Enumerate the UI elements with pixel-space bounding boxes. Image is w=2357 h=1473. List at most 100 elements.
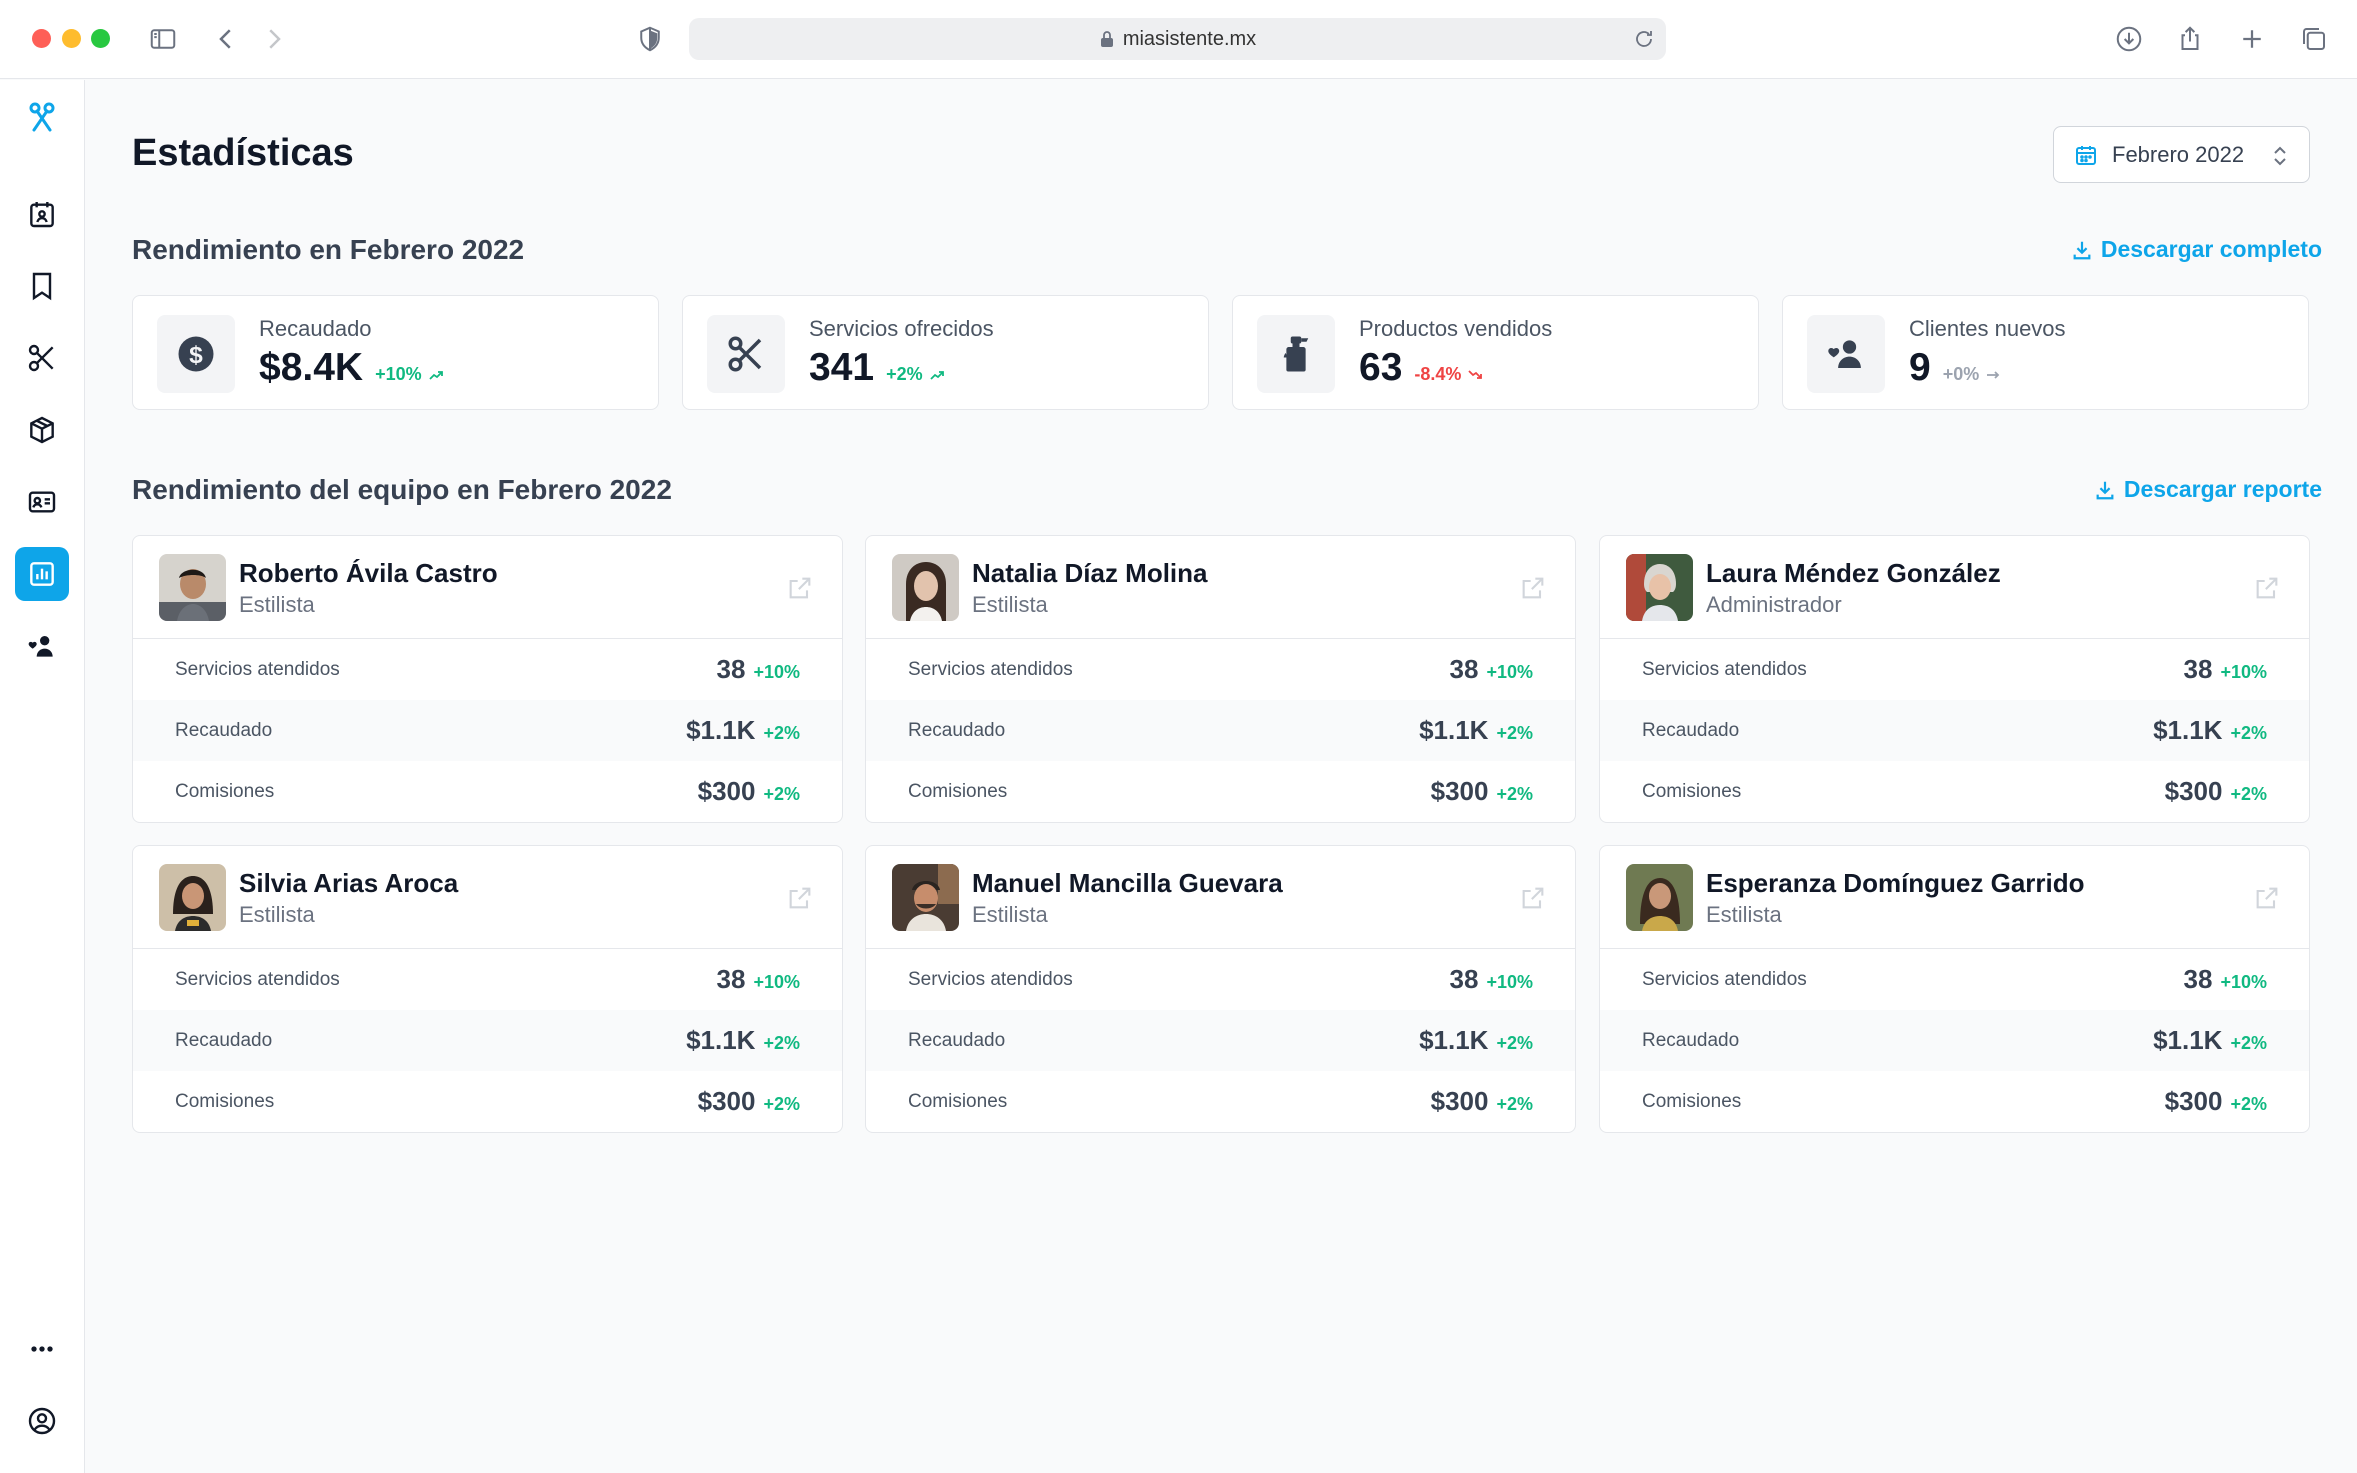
metric-value: $300 bbox=[697, 776, 756, 806]
main-content: Estadísticas Febrero 2022 Rendimiento en… bbox=[86, 80, 2357, 1473]
metric-row-services: Servicios atendidos 38 +10% bbox=[133, 639, 842, 700]
metric-label: Comisiones bbox=[175, 780, 275, 802]
page-title: Estadísticas bbox=[132, 132, 354, 174]
team-section-title: Rendimiento del equipo en Febrero 2022 bbox=[132, 474, 672, 505]
external-link-icon[interactable] bbox=[2253, 884, 2281, 912]
metric-delta: +2% bbox=[1496, 1033, 1533, 1053]
metric-label: Recaudado bbox=[908, 1029, 1006, 1051]
tab-overview-icon[interactable] bbox=[2297, 22, 2331, 56]
team-member-card: Esperanza Domínguez Garrido Estilista Se… bbox=[1599, 845, 2310, 1133]
metric-row-collected: Recaudado $1.1K +2% bbox=[133, 1010, 842, 1071]
team-member-card: Natalia Díaz Molina Estilista Servicios … bbox=[865, 535, 1576, 823]
member-role: Estilista bbox=[972, 592, 1048, 617]
stat-card-collected: $ Recaudado $8.4K +10% bbox=[132, 295, 659, 410]
metric-delta: +2% bbox=[2230, 1033, 2267, 1053]
external-link-icon[interactable] bbox=[786, 884, 814, 912]
share-icon[interactable] bbox=[2173, 22, 2207, 56]
metric-label: Comisiones bbox=[1642, 780, 1742, 802]
performance-section-title: Rendimiento en Febrero 2022 bbox=[132, 234, 525, 265]
calendar-icon bbox=[2076, 145, 2096, 165]
metric-delta: +2% bbox=[763, 1094, 800, 1114]
download-full-link[interactable]: Descargar completo bbox=[2071, 236, 2322, 263]
metric-value: $1.1K bbox=[2153, 1025, 2223, 1055]
back-icon[interactable] bbox=[209, 22, 243, 56]
nav-statistics-icon[interactable] bbox=[15, 547, 69, 601]
metric-label: Recaudado bbox=[1642, 1029, 1740, 1051]
month-selector[interactable]: Febrero 2022 bbox=[2053, 126, 2310, 183]
nav-bookmark-icon[interactable] bbox=[15, 259, 69, 313]
metric-delta: +2% bbox=[2230, 1094, 2267, 1114]
address-bar[interactable]: miasistente.mx bbox=[689, 18, 1666, 60]
metric-label: Servicios atendidos bbox=[1642, 968, 1807, 990]
close-window-button[interactable] bbox=[32, 29, 51, 48]
metric-row-commissions: Comisiones $300 +2% bbox=[1600, 761, 2309, 822]
metric-delta: +2% bbox=[763, 723, 800, 743]
member-name: Natalia Díaz Molina bbox=[972, 558, 1208, 588]
external-link-icon[interactable] bbox=[1519, 884, 1547, 912]
metric-row-collected: Recaudado $1.1K +2% bbox=[866, 700, 1575, 761]
stat-card-products: Productos vendidos 63 -8.4% bbox=[1232, 295, 1759, 410]
scissors-icon bbox=[707, 315, 785, 393]
metric-delta: +2% bbox=[1496, 723, 1533, 743]
sidebar-toggle-icon[interactable] bbox=[146, 22, 180, 56]
metric-value: $300 bbox=[1430, 776, 1489, 806]
nav-box-icon[interactable] bbox=[15, 403, 69, 457]
member-role: Estilista bbox=[239, 592, 315, 617]
metric-value: 38 bbox=[1449, 964, 1479, 994]
new-tab-icon[interactable] bbox=[2235, 22, 2269, 56]
metric-delta: +10% bbox=[753, 662, 800, 682]
metric-value: $1.1K bbox=[1419, 715, 1489, 745]
download-full-label: Descargar completo bbox=[2100, 236, 2322, 262]
nav-id-card-icon[interactable] bbox=[15, 475, 69, 529]
avatar bbox=[892, 554, 959, 621]
external-link-icon[interactable] bbox=[786, 574, 814, 602]
stat-card-services: Servicios ofrecidos 341 +2% bbox=[682, 295, 1209, 410]
metric-row-commissions: Comisiones $300 +2% bbox=[133, 761, 842, 822]
member-role: Estilista bbox=[239, 902, 315, 927]
metric-delta: +2% bbox=[2230, 723, 2267, 743]
lock-icon bbox=[1100, 31, 1113, 47]
stat-delta: +10% bbox=[375, 364, 444, 385]
stat-delta: -8.4% bbox=[1414, 364, 1483, 385]
nav-scissors-icon[interactable] bbox=[15, 331, 69, 385]
member-name: Silvia Arias Aroca bbox=[239, 868, 459, 898]
downloads-icon[interactable] bbox=[2112, 22, 2146, 56]
member-role: Estilista bbox=[1706, 902, 1782, 927]
metric-row-collected: Recaudado $1.1K +2% bbox=[1600, 700, 2309, 761]
metric-label: Comisiones bbox=[908, 780, 1008, 802]
external-link-icon[interactable] bbox=[2253, 574, 2281, 602]
metric-value: 38 bbox=[2183, 654, 2213, 684]
stat-label: Clientes nuevos bbox=[1909, 316, 2066, 341]
metric-delta: +2% bbox=[2230, 784, 2267, 804]
more-options-icon[interactable] bbox=[15, 1322, 69, 1376]
nav-calendar-icon[interactable] bbox=[15, 187, 69, 241]
stat-label: Productos vendidos bbox=[1359, 316, 1553, 341]
app-logo-icon[interactable] bbox=[15, 90, 69, 144]
avatar bbox=[1626, 864, 1693, 931]
avatar bbox=[159, 864, 226, 931]
member-role: Administrador bbox=[1706, 592, 1842, 617]
nav-clients-icon[interactable] bbox=[15, 619, 69, 673]
metric-row-collected: Recaudado $1.1K +2% bbox=[133, 700, 842, 761]
avatar bbox=[159, 554, 226, 621]
stat-value: 9 bbox=[1909, 346, 1931, 389]
reload-icon[interactable] bbox=[1632, 27, 1656, 51]
minimize-window-button[interactable] bbox=[62, 29, 81, 48]
metric-value: $1.1K bbox=[686, 715, 756, 745]
external-link-icon[interactable] bbox=[1519, 574, 1547, 602]
metric-value: 38 bbox=[1449, 654, 1479, 684]
metric-label: Recaudado bbox=[175, 1029, 273, 1051]
download-report-link[interactable]: Descargar reporte bbox=[2094, 476, 2322, 503]
metric-row-services: Servicios atendidos 38 +10% bbox=[133, 949, 842, 1010]
trend-up-icon bbox=[428, 370, 443, 380]
avatar bbox=[1626, 554, 1693, 621]
zoom-window-button[interactable] bbox=[91, 29, 110, 48]
member-name: Roberto Ávila Castro bbox=[239, 558, 498, 588]
privacy-shield-icon[interactable] bbox=[633, 22, 667, 56]
url-text: miasistente.mx bbox=[1122, 27, 1257, 50]
stat-delta: +2% bbox=[886, 364, 945, 385]
account-icon[interactable] bbox=[15, 1394, 69, 1448]
metric-delta: +10% bbox=[2220, 662, 2267, 682]
metric-value: 38 bbox=[2183, 964, 2213, 994]
forward-icon[interactable] bbox=[257, 22, 291, 56]
